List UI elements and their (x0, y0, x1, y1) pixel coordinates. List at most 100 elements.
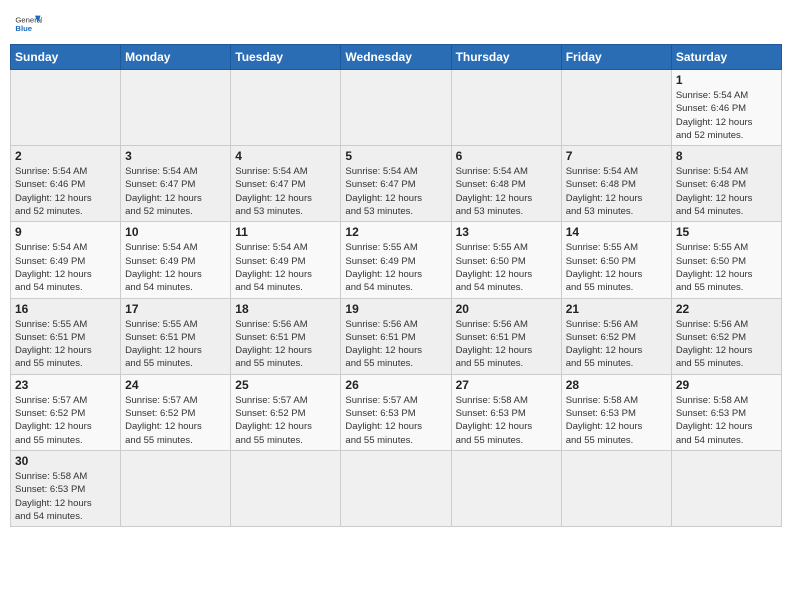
calendar-cell: 16 Sunrise: 5:55 AMSunset: 6:51 PMDayligh… (11, 298, 121, 374)
calendar-cell: 5 Sunrise: 5:54 AMSunset: 6:47 PMDaylight… (341, 146, 451, 222)
calendar-week-row: 2 Sunrise: 5:54 AMSunset: 6:46 PMDaylight… (11, 146, 782, 222)
day-info: Sunrise: 5:55 AMSunset: 6:49 PMDaylight:… (345, 241, 446, 294)
day-number: 11 (235, 225, 336, 239)
day-info: Sunrise: 5:55 AMSunset: 6:51 PMDaylight:… (15, 318, 116, 371)
calendar-cell (671, 450, 781, 526)
calendar-cell (561, 70, 671, 146)
calendar-cell: 19 Sunrise: 5:56 AMSunset: 6:51 PMDayligh… (341, 298, 451, 374)
day-info: Sunrise: 5:54 AMSunset: 6:48 PMDaylight:… (566, 165, 667, 218)
day-number: 5 (345, 149, 446, 163)
day-number: 15 (676, 225, 777, 239)
day-info: Sunrise: 5:55 AMSunset: 6:50 PMDaylight:… (676, 241, 777, 294)
day-number: 24 (125, 378, 226, 392)
calendar-cell: 13 Sunrise: 5:55 AMSunset: 6:50 PMDayligh… (451, 222, 561, 298)
day-info: Sunrise: 5:56 AMSunset: 6:51 PMDaylight:… (345, 318, 446, 371)
day-number: 4 (235, 149, 336, 163)
calendar-cell: 14 Sunrise: 5:55 AMSunset: 6:50 PMDayligh… (561, 222, 671, 298)
calendar-cell: 9 Sunrise: 5:54 AMSunset: 6:49 PMDaylight… (11, 222, 121, 298)
calendar-cell: 4Sunrise: 5:54 AMSunset: 6:47 PMDaylight… (231, 146, 341, 222)
day-info: Sunrise: 5:54 AMSunset: 6:49 PMDaylight:… (235, 241, 336, 294)
calendar-cell: 21Sunrise: 5:56 AMSunset: 6:52 PMDayligh… (561, 298, 671, 374)
calendar-cell: 25 Sunrise: 5:57 AMSunset: 6:52 PMDayligh… (231, 374, 341, 450)
calendar-cell (11, 70, 121, 146)
day-info: Sunrise: 5:58 AMSunset: 6:53 PMDaylight:… (566, 394, 667, 447)
day-number: 10 (125, 225, 226, 239)
calendar-week-row: 23 Sunrise: 5:57 AMSunset: 6:52 PMDayligh… (11, 374, 782, 450)
calendar-week-row: 16 Sunrise: 5:55 AMSunset: 6:51 PMDayligh… (11, 298, 782, 374)
calendar-cell: 24 Sunrise: 5:57 AMSunset: 6:52 PMDayligh… (121, 374, 231, 450)
day-number: 14 (566, 225, 667, 239)
day-info: Sunrise: 5:54 AMSunset: 6:46 PMDaylight:… (676, 89, 777, 142)
day-info: Sunrise: 5:54 AMSunset: 6:48 PMDaylight:… (456, 165, 557, 218)
calendar-week-row: 30 Sunrise: 5:58 AMSunset: 6:53 PMDayligh… (11, 450, 782, 526)
calendar-header: SundayMondayTuesdayWednesdayThursdayFrid… (11, 45, 782, 70)
day-info: Sunrise: 5:55 AMSunset: 6:51 PMDaylight:… (125, 318, 226, 371)
day-info: Sunrise: 5:57 AMSunset: 6:53 PMDaylight:… (345, 394, 446, 447)
day-number: 16 (15, 302, 116, 316)
calendar-cell: 1Sunrise: 5:54 AMSunset: 6:46 PMDaylight… (671, 70, 781, 146)
day-number: 20 (456, 302, 557, 316)
calendar-cell: 22Sunrise: 5:56 AMSunset: 6:52 PMDayligh… (671, 298, 781, 374)
calendar-cell (451, 70, 561, 146)
day-info: Sunrise: 5:55 AMSunset: 6:50 PMDaylight:… (566, 241, 667, 294)
calendar-cell: 27Sunrise: 5:58 AMSunset: 6:53 PMDayligh… (451, 374, 561, 450)
calendar-cell: 30 Sunrise: 5:58 AMSunset: 6:53 PMDayligh… (11, 450, 121, 526)
weekday-header-tuesday: Tuesday (231, 45, 341, 70)
calendar-cell (341, 70, 451, 146)
day-number: 9 (15, 225, 116, 239)
day-number: 26 (345, 378, 446, 392)
day-info: Sunrise: 5:54 AMSunset: 6:47 PMDaylight:… (125, 165, 226, 218)
day-info: Sunrise: 5:54 AMSunset: 6:48 PMDaylight:… (676, 165, 777, 218)
calendar-cell: 20 Sunrise: 5:56 AMSunset: 6:51 PMDayligh… (451, 298, 561, 374)
day-number: 23 (15, 378, 116, 392)
calendar-cell: 23Sunrise: 5:57 AMSunset: 6:52 PMDayligh… (11, 374, 121, 450)
day-info: Sunrise: 5:58 AMSunset: 6:53 PMDaylight:… (676, 394, 777, 447)
day-info: Sunrise: 5:54 AMSunset: 6:46 PMDaylight:… (15, 165, 116, 218)
calendar-cell: 2 Sunrise: 5:54 AMSunset: 6:46 PMDaylight… (11, 146, 121, 222)
day-number: 30 (15, 454, 116, 468)
day-info: Sunrise: 5:57 AMSunset: 6:52 PMDaylight:… (125, 394, 226, 447)
calendar-cell (121, 70, 231, 146)
day-info: Sunrise: 5:54 AMSunset: 6:47 PMDaylight:… (345, 165, 446, 218)
calendar-cell: 6 Sunrise: 5:54 AMSunset: 6:48 PMDaylight… (451, 146, 561, 222)
weekday-header-friday: Friday (561, 45, 671, 70)
page-header: General Blue (10, 10, 782, 38)
day-number: 25 (235, 378, 336, 392)
day-number: 7 (566, 149, 667, 163)
day-info: Sunrise: 5:58 AMSunset: 6:53 PMDaylight:… (15, 470, 116, 523)
day-info: Sunrise: 5:54 AMSunset: 6:49 PMDaylight:… (125, 241, 226, 294)
day-number: 17 (125, 302, 226, 316)
logo: General Blue (14, 10, 42, 38)
day-number: 3 (125, 149, 226, 163)
weekday-header-saturday: Saturday (671, 45, 781, 70)
calendar-cell (121, 450, 231, 526)
calendar-body: 1Sunrise: 5:54 AMSunset: 6:46 PMDaylight… (11, 70, 782, 527)
calendar-cell: 3 Sunrise: 5:54 AMSunset: 6:47 PMDaylight… (121, 146, 231, 222)
day-number: 18 (235, 302, 336, 316)
calendar-cell: 26 Sunrise: 5:57 AMSunset: 6:53 PMDayligh… (341, 374, 451, 450)
weekday-header-thursday: Thursday (451, 45, 561, 70)
calendar-cell (341, 450, 451, 526)
day-number: 6 (456, 149, 557, 163)
day-info: Sunrise: 5:55 AMSunset: 6:50 PMDaylight:… (456, 241, 557, 294)
day-number: 19 (345, 302, 446, 316)
calendar-cell: 11 Sunrise: 5:54 AMSunset: 6:49 PMDayligh… (231, 222, 341, 298)
day-number: 2 (15, 149, 116, 163)
calendar-cell: 7 Sunrise: 5:54 AMSunset: 6:48 PMDaylight… (561, 146, 671, 222)
calendar-cell: 28 Sunrise: 5:58 AMSunset: 6:53 PMDayligh… (561, 374, 671, 450)
day-number: 22 (676, 302, 777, 316)
day-info: Sunrise: 5:56 AMSunset: 6:51 PMDaylight:… (456, 318, 557, 371)
day-number: 12 (345, 225, 446, 239)
day-number: 13 (456, 225, 557, 239)
svg-text:Blue: Blue (15, 24, 32, 33)
day-info: Sunrise: 5:54 AMSunset: 6:49 PMDaylight:… (15, 241, 116, 294)
calendar-cell (451, 450, 561, 526)
day-number: 29 (676, 378, 777, 392)
day-info: Sunrise: 5:56 AMSunset: 6:52 PMDaylight:… (566, 318, 667, 371)
calendar-cell (561, 450, 671, 526)
day-number: 28 (566, 378, 667, 392)
calendar-table: SundayMondayTuesdayWednesdayThursdayFrid… (10, 44, 782, 527)
calendar-cell: 18Sunrise: 5:56 AMSunset: 6:51 PMDayligh… (231, 298, 341, 374)
day-info: Sunrise: 5:58 AMSunset: 6:53 PMDaylight:… (456, 394, 557, 447)
day-info: Sunrise: 5:57 AMSunset: 6:52 PMDaylight:… (235, 394, 336, 447)
